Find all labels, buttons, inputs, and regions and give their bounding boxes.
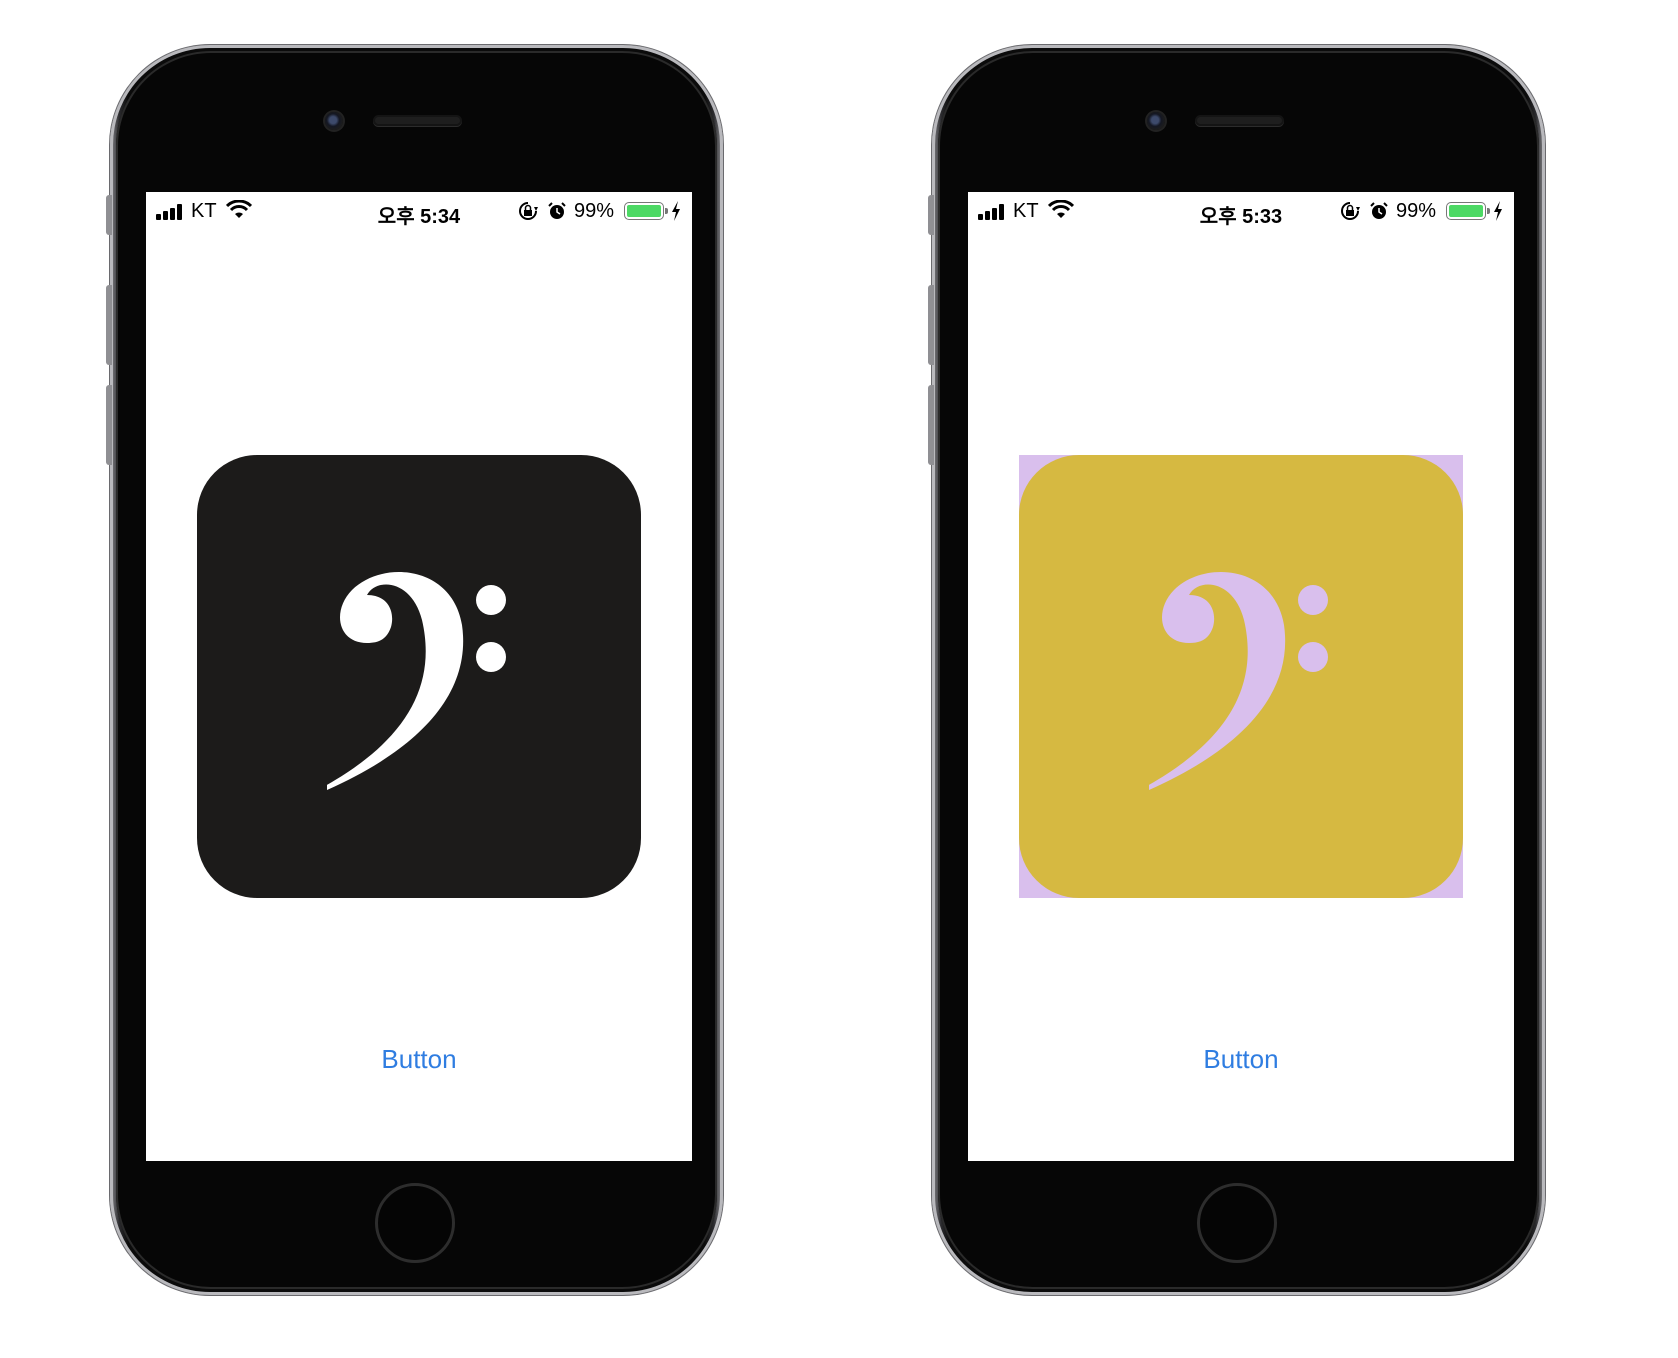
volume-down-button [928,385,934,465]
status-bar: KT 오후 5:34 99% [146,192,692,228]
volume-down-button [106,385,112,465]
bass-clef-icon [327,572,506,790]
front-camera [1147,112,1165,130]
orientation-lock-icon [1341,202,1360,220]
alarm-icon [1370,202,1388,219]
front-camera [325,112,343,130]
mute-switch [928,195,934,235]
phone-screen: KT 오후 5:33 99% Button [968,192,1514,1161]
alarm-icon [548,202,566,219]
earpiece-speaker [1197,117,1282,124]
earpiece-speaker [375,117,460,124]
bass-clef-icon [1149,572,1328,790]
action-button[interactable]: Button [146,1044,692,1075]
app-icon-image [1019,455,1463,898]
iphone-frame-left: KT 오후 5:34 99% Button [106,45,723,1295]
home-button[interactable] [375,1183,455,1263]
volume-up-button [106,285,112,365]
battery-icon [1446,202,1490,220]
battery-percent: 99% [574,200,615,222]
home-button[interactable] [1197,1183,1277,1263]
status-bar: KT 오후 5:33 99% [968,192,1514,228]
phone-screen: KT 오후 5:34 99% Button [146,192,692,1161]
battery-icon [624,202,668,220]
orientation-lock-icon [519,202,538,220]
mute-switch [106,195,112,235]
battery-percent: 99% [1396,200,1437,222]
volume-up-button [928,285,934,365]
charging-bolt-icon [1494,201,1502,221]
charging-bolt-icon [672,201,680,221]
iphone-frame-right: KT 오후 5:33 99% Button [928,45,1545,1295]
action-button[interactable]: Button [968,1044,1514,1075]
app-icon-image [197,455,641,898]
